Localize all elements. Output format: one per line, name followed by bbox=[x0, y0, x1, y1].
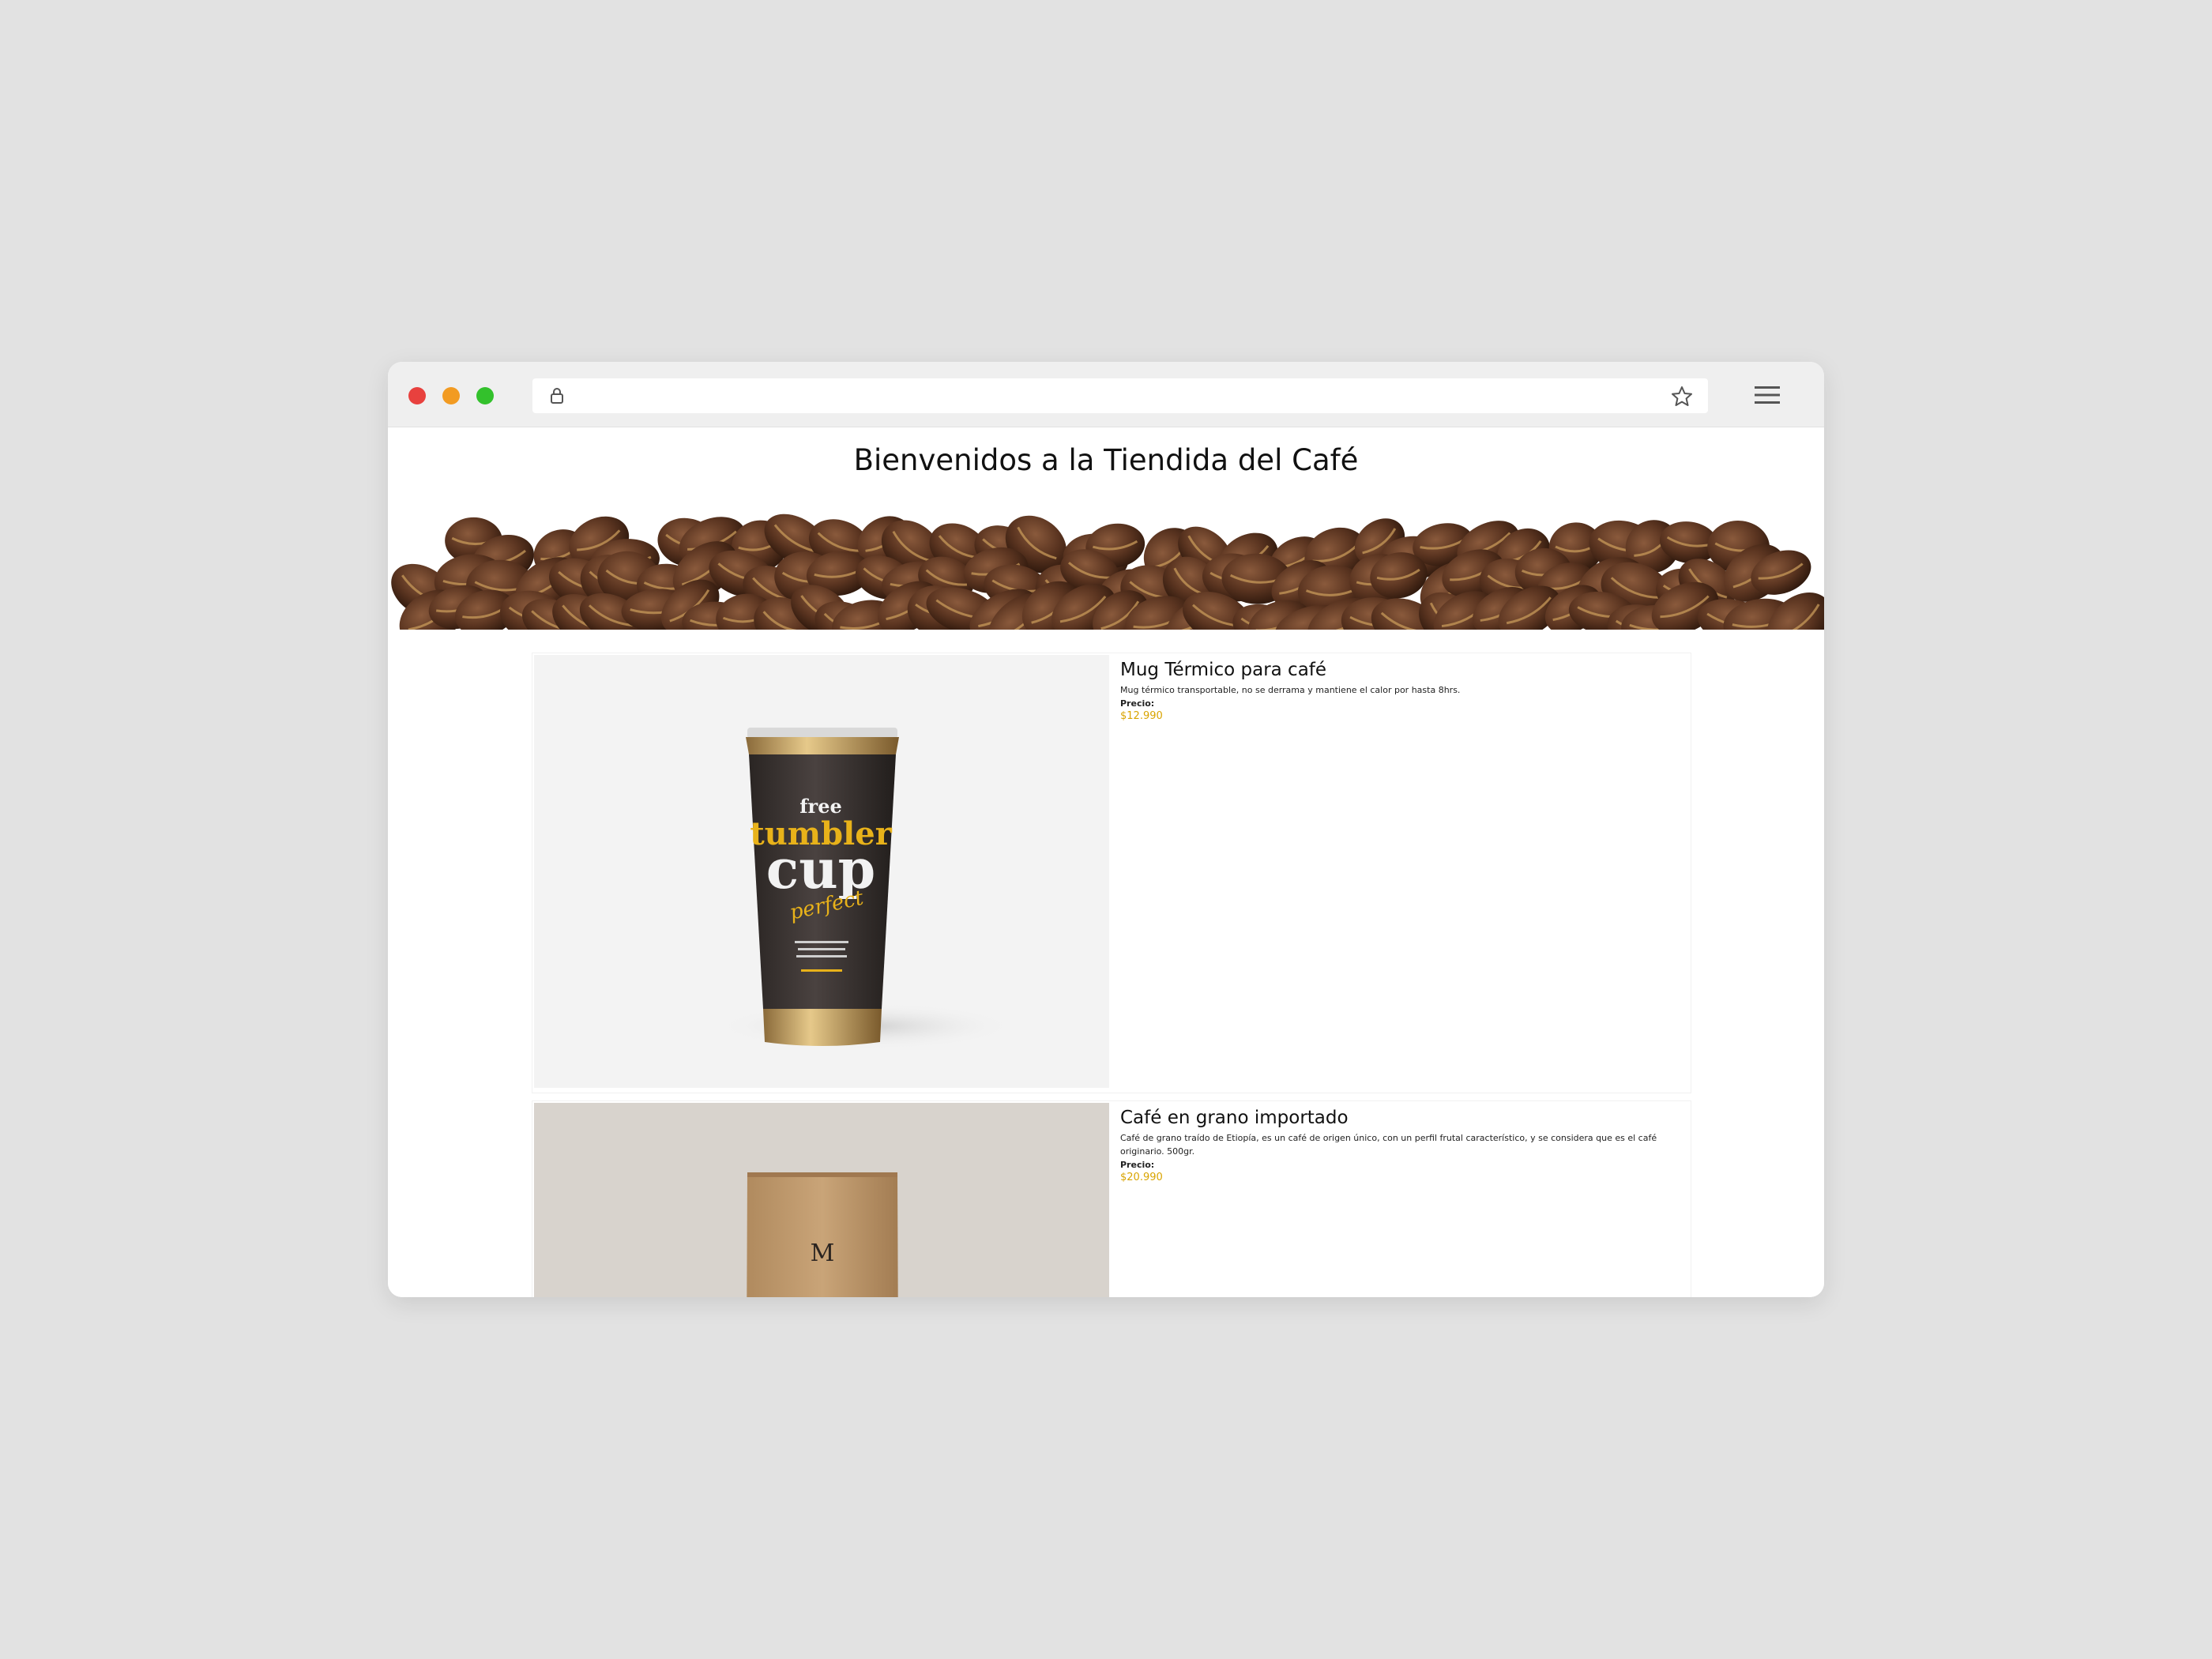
product-card[interactable]: M Café en grano importado Café de grano … bbox=[532, 1100, 1691, 1297]
product-info: Mug Térmico para café Mug térmico transp… bbox=[1120, 660, 1689, 722]
price-label: Precio: bbox=[1120, 1160, 1155, 1170]
browser-window: Bienvenidos a la Tiendida del Café free … bbox=[388, 362, 1824, 1297]
product-image[interactable]: free tumbler cup perfect bbox=[534, 655, 1109, 1088]
product-info: Café en grano importado Café de grano tr… bbox=[1120, 1108, 1689, 1183]
product-name[interactable]: Mug Térmico para café bbox=[1120, 660, 1689, 680]
coffee-bag-letter: M bbox=[811, 1240, 835, 1267]
coffee-bag-image: M bbox=[747, 1172, 898, 1297]
maximize-window-button[interactable] bbox=[476, 387, 494, 404]
address-bar[interactable] bbox=[532, 378, 1708, 413]
product-price: $20.990 bbox=[1120, 1172, 1163, 1183]
price-label: Precio: bbox=[1120, 698, 1155, 709]
browser-titlebar bbox=[388, 362, 1824, 427]
close-window-button[interactable] bbox=[408, 387, 426, 404]
page-title: Bienvenidos a la Tiendida del Café bbox=[853, 443, 1359, 477]
tumbler-text-free: free bbox=[799, 795, 842, 818]
hamburger-menu-icon[interactable] bbox=[1753, 384, 1781, 406]
product-description: Mug térmico transportable, no se derrama… bbox=[1120, 685, 1461, 695]
coffee-beans-image bbox=[391, 514, 1824, 630]
minimize-window-button[interactable] bbox=[442, 387, 460, 404]
product-description: Café de grano traído de Etiopía, es un c… bbox=[1120, 1133, 1657, 1157]
coffee-beans-banner bbox=[388, 506, 1824, 630]
product-price: $12.990 bbox=[1120, 710, 1163, 722]
bookmark-star-icon[interactable] bbox=[1670, 385, 1694, 408]
page-viewport: Bienvenidos a la Tiendida del Café free … bbox=[388, 427, 1824, 1297]
product-image[interactable]: M bbox=[534, 1103, 1109, 1297]
tumbler-image: free tumbler cup perfect bbox=[716, 728, 1016, 1050]
product-card[interactable]: free tumbler cup perfect Mug Térmico par… bbox=[532, 653, 1691, 1093]
lock-icon bbox=[551, 388, 563, 404]
product-name[interactable]: Café en grano importado bbox=[1120, 1108, 1689, 1128]
